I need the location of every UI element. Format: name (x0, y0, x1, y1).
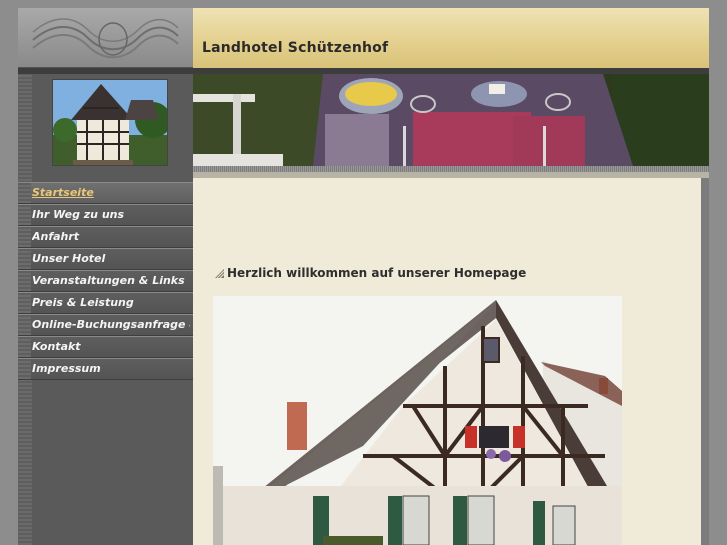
site-title: Landhotel Schützenhof (202, 40, 389, 56)
nav-item-stripe (18, 249, 31, 269)
nav-item-stripe (18, 293, 31, 313)
nav-item-stripe (18, 205, 31, 225)
nav-item-veranstaltungen[interactable]: Veranstaltungen & Links (18, 270, 193, 292)
nav-item-unser-hotel[interactable]: Unser Hotel (18, 248, 193, 270)
welcome-heading: Herzlich willkommen auf unserer Homepage (215, 266, 526, 280)
logo[interactable] (18, 8, 193, 68)
nav-item-stripe (18, 359, 31, 379)
nav-item-label: Veranstaltungen & Links (32, 274, 185, 287)
nav-item-label: Online-Buchungsanfrage & AGB´s (32, 318, 190, 331)
swirl-logo-icon (32, 18, 179, 59)
nav-item-label: Impressum (32, 362, 101, 375)
welcome-heading-text: Herzlich willkommen auf unserer Homepage (227, 266, 527, 280)
nav-item-ihr-weg-zu-uns[interactable]: Ihr Weg zu uns (18, 204, 193, 226)
nav-item-label: Unser Hotel (32, 252, 106, 265)
nav-item-startseite[interactable]: Startseite (18, 182, 193, 204)
nav-item-kontakt[interactable]: Kontakt (18, 336, 193, 358)
nav-item-label: Startseite (32, 186, 94, 199)
main-navigation: Startseite Ihr Weg zu uns Anfahrt Unser … (18, 182, 193, 380)
nav-item-label: Kontakt (32, 340, 81, 353)
corner-arrow-icon (215, 269, 224, 278)
banner-image (193, 74, 709, 166)
nav-item-label: Anfahrt (32, 230, 80, 243)
nav-item-label: Ihr Weg zu uns (32, 208, 125, 221)
nav-item-label: Preis & Leistung (32, 296, 134, 309)
hotel-front-image (213, 296, 622, 545)
nav-item-stripe (18, 227, 31, 247)
nav-item-online-buchung[interactable]: Online-Buchungsanfrage & AGB´s (18, 314, 193, 336)
nav-item-stripe (18, 337, 31, 357)
hotel-thumbnail-image (52, 79, 168, 166)
nav-item-preis-leistung[interactable]: Preis & Leistung (18, 292, 193, 314)
content-right-border (701, 178, 709, 545)
title-bar: Landhotel Schützenhof (193, 8, 709, 68)
nav-item-stripe (18, 315, 31, 335)
nav-item-impressum[interactable]: Impressum (18, 358, 193, 380)
nav-item-stripe (18, 271, 31, 291)
nav-item-stripe (18, 183, 31, 203)
nav-item-anfahrt[interactable]: Anfahrt (18, 226, 193, 248)
